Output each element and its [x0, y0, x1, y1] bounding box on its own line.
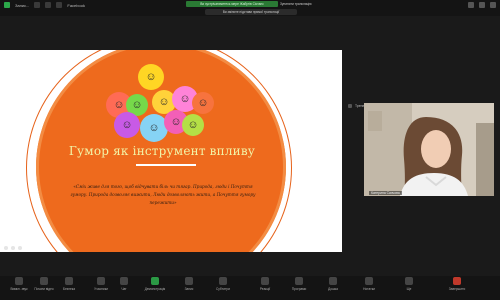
meeting-title: Запис...	[15, 2, 30, 8]
recording-banner: Ви зустрічатиметесь мере Жабутів Сістанс	[186, 1, 278, 7]
grid-icon[interactable]	[34, 2, 41, 8]
maximize-icon[interactable]	[479, 2, 485, 8]
minimize-icon[interactable]	[468, 2, 474, 8]
reactions-icon	[261, 277, 269, 285]
notes-icon	[365, 277, 373, 285]
more-button[interactable]: Ще	[392, 277, 426, 291]
record-button[interactable]: Запис	[172, 277, 206, 291]
avatar	[348, 104, 352, 108]
mic-icon	[15, 277, 23, 285]
participant-video-image	[364, 103, 494, 196]
stop-stream-label: Зупинити трансляцію	[280, 2, 312, 6]
apps-icon	[295, 277, 303, 285]
end-meeting-button[interactable]: Завершити	[440, 277, 474, 291]
shared-slide: ☺ ☺ ☺ ☺ ☺ ☺ ☺ ☺ ☺ ☺ Гумор як інструмент …	[0, 50, 342, 252]
captions-button[interactable]: Субтитри	[206, 277, 240, 291]
slide-menu-icon[interactable]	[18, 246, 22, 250]
meeting-toolbar: Вимкн. звук Почати відео Безпека Учасник…	[0, 276, 500, 300]
whiteboard-icon	[329, 277, 337, 285]
slide-title: Гумор як інструмент впливу	[68, 144, 256, 158]
record-icon	[185, 277, 193, 285]
live-icon	[56, 2, 63, 8]
smiley-icon: ☺	[138, 64, 164, 90]
window-controls	[468, 2, 496, 8]
slide-nav[interactable]	[4, 246, 22, 250]
security-button[interactable]: Безпека	[52, 277, 86, 291]
chat-icon	[120, 277, 128, 285]
info-icon[interactable]	[45, 2, 52, 8]
participants-icon	[97, 277, 105, 285]
notes-button[interactable]: Нотатки	[352, 277, 386, 291]
close-icon[interactable]	[490, 2, 496, 8]
prev-slide-icon[interactable]	[4, 246, 8, 250]
share-icon	[151, 277, 159, 285]
captions-icon	[219, 277, 227, 285]
participant-video[interactable]	[364, 103, 494, 196]
slide-footer	[0, 240, 342, 252]
reactions-button[interactable]: Реакції	[248, 277, 282, 291]
slide-quote: «Сміх живе для того, щоб відчувати біль …	[70, 184, 256, 205]
video-icon	[40, 277, 48, 285]
more-icon	[405, 277, 413, 285]
apps-button[interactable]: Програми	[282, 277, 316, 291]
shield-icon[interactable]	[4, 2, 10, 8]
chat-button[interactable]: Чат	[107, 277, 141, 291]
share-screen-button[interactable]: Демонстрація	[138, 277, 172, 291]
whiteboard-button[interactable]: Дошка	[316, 277, 350, 291]
smiley-icon: ☺	[192, 92, 214, 114]
stream-message: Ви зміните підстави прямої трансляції	[205, 9, 297, 15]
live-app-label: Facebook	[67, 2, 85, 8]
title-underline	[136, 164, 196, 166]
end-icon	[453, 277, 461, 285]
top-left-group: Запис... Facebook	[4, 2, 85, 8]
smiley-icon: ☺	[114, 112, 140, 138]
top-bar: Запис... Facebook Ви зустрічатиметесь ме…	[0, 0, 500, 16]
stop-stream-button[interactable]: Зупинити трансляцію	[280, 1, 312, 7]
shield-icon	[65, 277, 73, 285]
participant-name: Катерина Скичова	[369, 191, 402, 195]
next-slide-icon[interactable]	[11, 246, 15, 250]
smiley-icon: ☺	[182, 114, 204, 136]
